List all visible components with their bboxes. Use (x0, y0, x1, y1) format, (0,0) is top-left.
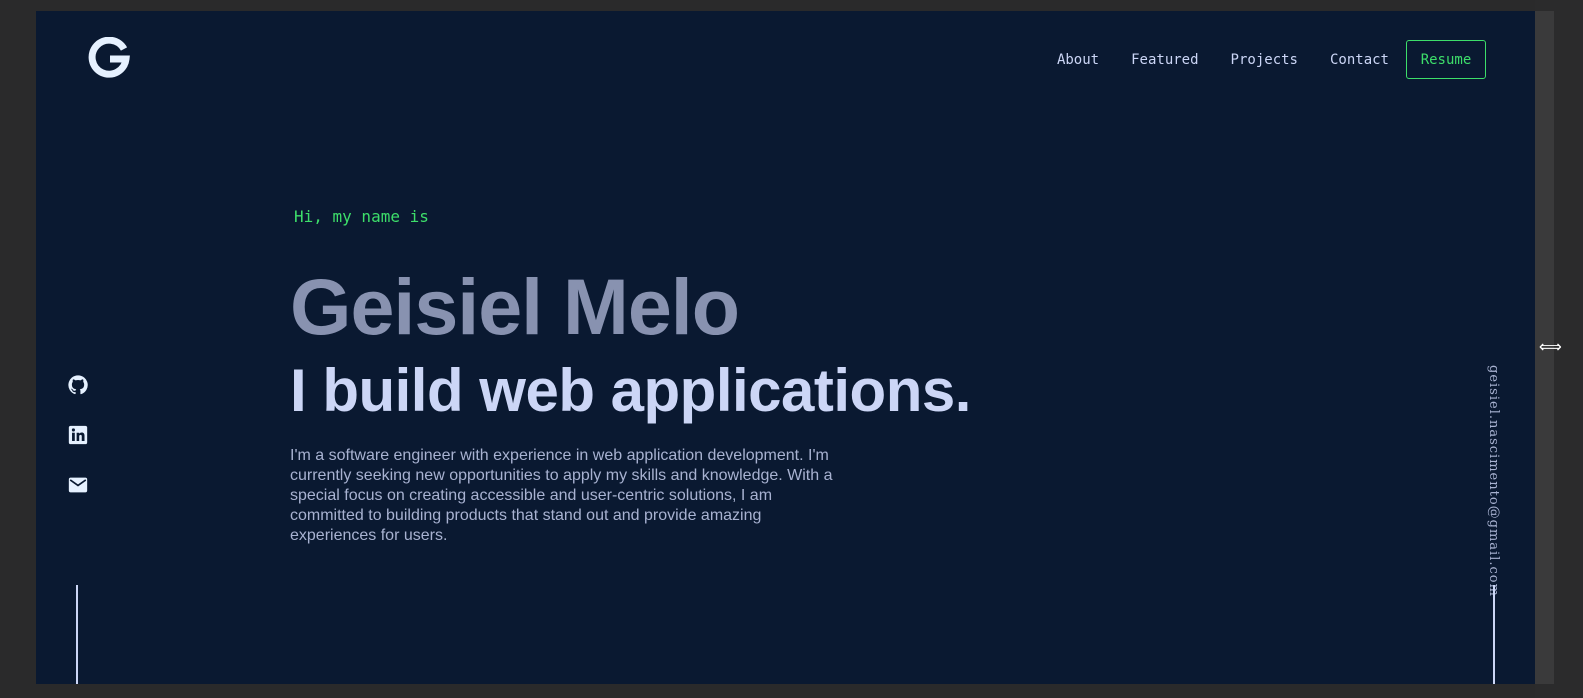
linkedin-icon[interactable] (67, 424, 89, 446)
page-viewport: About Featured Projects Contact Resume H… (36, 11, 1535, 684)
window-bottom-border (0, 684, 1583, 698)
hero-greeting: Hi, my name is (294, 207, 429, 226)
social-links (67, 374, 89, 524)
email-link[interactable]: geisiel.nascimento@gmail.com (1486, 365, 1501, 597)
nav-contact-link[interactable]: Contact (1330, 52, 1389, 68)
github-icon[interactable] (67, 374, 89, 396)
resize-cursor-icon: ⟺ (1539, 337, 1562, 356)
hero-tagline: I build web applications. (290, 357, 971, 424)
hero-description: I'm a software engineer with experience … (290, 447, 833, 544)
logo-icon[interactable] (88, 37, 132, 81)
resume-button[interactable]: Resume (1406, 40, 1486, 79)
nav-projects-link[interactable]: Projects (1231, 52, 1298, 68)
left-vertical-line (76, 585, 78, 684)
main-nav: About Featured Projects Contact Resume (1025, 40, 1486, 79)
window-top-border (0, 0, 1583, 11)
hero-name: Geisiel Melo (290, 262, 740, 351)
nav-featured-link[interactable]: Featured (1131, 52, 1198, 68)
nav-about-link[interactable]: About (1057, 52, 1099, 68)
mail-icon[interactable] (67, 474, 89, 496)
right-vertical-line (1493, 585, 1495, 684)
window-left-border (0, 0, 36, 698)
